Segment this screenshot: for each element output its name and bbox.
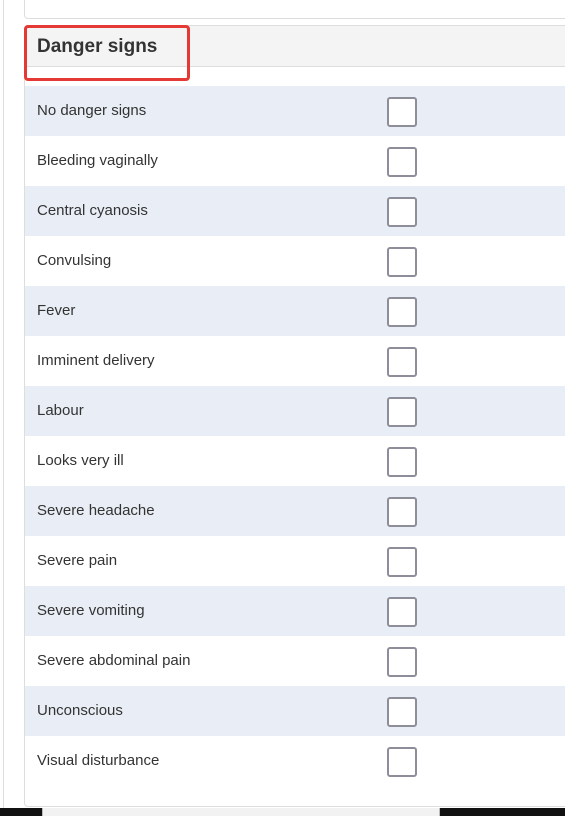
danger-sign-label: Severe vomiting [37,602,145,619]
danger-sign-checkbox[interactable] [387,97,417,127]
previous-section-card [24,0,565,19]
card-header: Danger signs [25,26,565,67]
danger-sign-row: Visual disturbance [25,736,565,786]
danger-sign-row: Severe pain [25,536,565,586]
danger-sign-row: Fever [25,286,565,336]
danger-sign-row: Looks very ill [25,436,565,486]
danger-sign-label: Looks very ill [37,452,124,469]
danger-signs-list: No danger signs Bleeding vaginally Central… [25,86,565,786]
danger-sign-label: Visual disturbance [37,752,160,769]
danger-sign-checkbox[interactable] [387,247,417,277]
danger-sign-row: No danger signs [25,86,565,136]
danger-sign-checkbox[interactable] [387,497,417,527]
danger-sign-label: Fever [37,302,76,319]
danger-sign-label: Severe pain [37,552,118,569]
danger-sign-label: Convulsing [37,252,112,269]
danger-sign-row: Severe headache [25,486,565,536]
danger-sign-row: Severe abdominal pain [25,636,565,686]
danger-sign-checkbox[interactable] [387,547,417,577]
danger-sign-checkbox[interactable] [387,597,417,627]
danger-sign-row: Severe vomiting [25,586,565,636]
danger-signs-card: Danger signs No danger signs Bleeding vag… [24,25,565,807]
danger-sign-checkbox[interactable] [387,347,417,377]
danger-sign-row: Imminent delivery [25,336,565,386]
page-left-border [3,0,4,808]
danger-sign-label: Severe abdominal pain [37,652,191,669]
danger-sign-label: Central cyanosis [37,202,148,219]
danger-sign-checkbox[interactable] [387,397,417,427]
taskbar-window[interactable] [42,808,440,816]
danger-sign-row: Unconscious [25,686,565,736]
danger-sign-row: Bleeding vaginally [25,136,565,186]
danger-sign-row: Convulsing [25,236,565,286]
danger-sign-label: Imminent delivery [37,352,155,369]
danger-sign-label: Bleeding vaginally [37,152,158,169]
section-title: Danger signs [37,36,158,57]
danger-sign-label: Labour [37,402,84,419]
danger-sign-checkbox[interactable] [387,197,417,227]
danger-sign-checkbox[interactable] [387,647,417,677]
danger-sign-checkbox[interactable] [387,697,417,727]
danger-sign-label: No danger signs [37,102,147,119]
danger-sign-label: Unconscious [37,702,123,719]
danger-sign-label: Severe headache [37,502,155,519]
danger-sign-row: Labour [25,386,565,436]
danger-sign-checkbox[interactable] [387,747,417,777]
danger-sign-checkbox[interactable] [387,147,417,177]
danger-sign-checkbox[interactable] [387,297,417,327]
danger-sign-row: Central cyanosis [25,186,565,236]
danger-sign-checkbox[interactable] [387,447,417,477]
